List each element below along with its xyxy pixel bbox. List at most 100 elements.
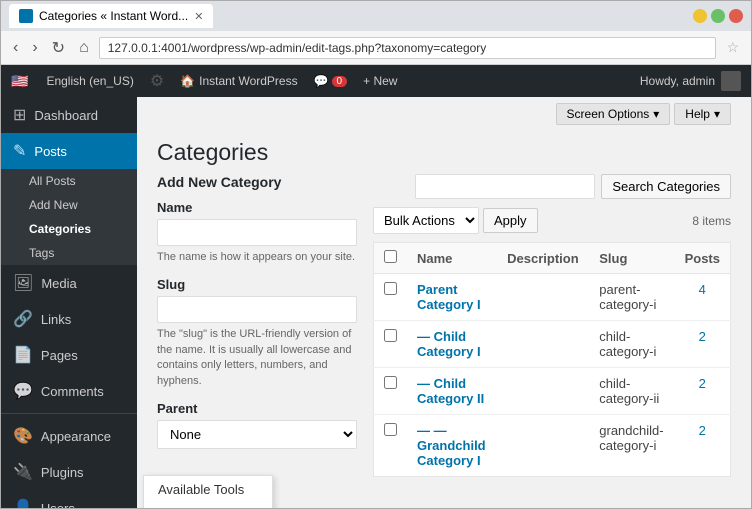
sidebar-item-pages[interactable]: 📄 Pages: [1, 337, 137, 373]
row-checkbox[interactable]: [384, 423, 397, 436]
items-count: 8 items: [692, 214, 731, 228]
page-title: Categories: [157, 139, 731, 166]
row-checkbox[interactable]: [384, 329, 397, 342]
name-input[interactable]: [157, 219, 357, 246]
table-row: Parent Category I parent-category-i 4: [374, 274, 731, 321]
tab-close-icon[interactable]: ✕: [194, 10, 203, 23]
row-checkbox[interactable]: [384, 376, 397, 389]
howdy-label: Howdy, admin: [640, 71, 741, 91]
forward-button[interactable]: ›: [28, 37, 41, 59]
site-name[interactable]: 🏠 Instant WordPress: [180, 74, 297, 88]
sidebar-subitem-categories[interactable]: Categories: [1, 217, 137, 241]
row-checkbox-cell: [374, 368, 408, 415]
row-checkbox-cell: [374, 274, 408, 321]
slug-field: Slug The "slug" is the URL-friendly vers…: [157, 277, 357, 389]
close-button[interactable]: [729, 9, 743, 23]
table-actions: Bulk Actions Apply 8 items: [373, 207, 731, 234]
parent-select[interactable]: None: [157, 420, 357, 449]
posts-count[interactable]: 2: [699, 376, 706, 391]
name-label: Name: [157, 200, 357, 215]
tab-favicon: [19, 9, 33, 23]
sidebar-label-users: Users: [41, 501, 75, 509]
sidebar-label-appearance: Appearance: [41, 429, 111, 444]
sidebar-label-pages: Pages: [41, 348, 78, 363]
sidebar-item-plugins[interactable]: 🔌 Plugins: [1, 454, 137, 490]
back-button[interactable]: ‹: [9, 37, 22, 59]
sidebar-item-dashboard[interactable]: ⊞ Dashboard: [1, 97, 137, 133]
sidebar-subitem-add-new[interactable]: Add New: [1, 193, 137, 217]
row-slug-cell: parent-category-i: [589, 274, 674, 321]
posts-count[interactable]: 4: [699, 282, 706, 297]
sidebar-subitem-all-posts[interactable]: All Posts: [1, 169, 137, 193]
home-button[interactable]: ⌂: [75, 37, 93, 59]
browser-titlebar: Categories « Instant Word... ✕: [1, 1, 751, 31]
posts-submenu: All Posts Add New Categories Tags: [1, 169, 137, 265]
tools-import-item[interactable]: Import: [144, 503, 272, 508]
address-bar[interactable]: [99, 37, 717, 59]
comments-count: 0: [332, 76, 348, 87]
admin-avatar: [721, 71, 741, 91]
sidebar-item-appearance[interactable]: 🎨 Appearance: [1, 418, 137, 454]
wp-content-inner: Screen Options ▾ Help ▾ Categories: [137, 97, 751, 497]
screen-options-button[interactable]: Screen Options ▾: [556, 103, 671, 125]
minimize-button[interactable]: [693, 9, 707, 23]
row-slug-cell: child-category-ii: [589, 368, 674, 415]
table-row: — Child Category I child-category-i 2: [374, 321, 731, 368]
wp-layout: ⊞ Dashboard ✎ Posts All Posts Add New Ca…: [1, 97, 751, 508]
category-link[interactable]: — — Grandchild Category I: [417, 423, 486, 468]
window-controls: [693, 9, 743, 23]
sidebar-item-comments[interactable]: 💬 Comments: [1, 373, 137, 409]
category-link[interactable]: — Child Category I: [417, 329, 481, 359]
reload-button[interactable]: ↻: [48, 36, 69, 60]
category-link[interactable]: — Child Category II: [417, 376, 484, 406]
sidebar-item-links[interactable]: 🔗 Links: [1, 301, 137, 337]
category-link[interactable]: Parent Category I: [417, 282, 481, 312]
row-checkbox[interactable]: [384, 282, 397, 295]
wp-adminbar: 🇺🇸 English (en_US) ⚙ 🏠 Instant WordPress…: [1, 65, 751, 97]
home-icon: 🏠: [180, 74, 195, 88]
browser-frame: Categories « Instant Word... ✕ ‹ › ↻ ⌂ ☆…: [0, 0, 752, 509]
sidebar-subitem-tags[interactable]: Tags: [1, 241, 137, 265]
apply-button[interactable]: Apply: [483, 208, 538, 233]
maximize-button[interactable]: [711, 9, 725, 23]
row-desc-cell: [497, 274, 589, 321]
row-checkbox-cell: [374, 321, 408, 368]
table-actions-left: Bulk Actions Apply: [373, 207, 538, 234]
browser-tab[interactable]: Categories « Instant Word... ✕: [9, 4, 213, 28]
sidebar-item-media[interactable]: 🖼 Media: [1, 265, 137, 301]
sidebar-label-links: Links: [41, 312, 71, 327]
posts-count[interactable]: 2: [699, 423, 706, 438]
search-categories-button[interactable]: Search Categories: [601, 174, 731, 199]
plugins-icon: 🔌: [13, 462, 33, 482]
sidebar-item-posts[interactable]: ✎ Posts: [1, 133, 137, 169]
bookmark-icon[interactable]: ☆: [722, 39, 743, 56]
sidebar-item-users[interactable]: 👤 Users: [1, 490, 137, 508]
name-hint: The name is how it appears on your site.: [157, 250, 357, 265]
flag-icon: 🇺🇸: [11, 73, 28, 90]
comments-link[interactable]: 💬 0: [314, 74, 348, 88]
chevron-down-icon: ▾: [653, 107, 659, 121]
slug-hint: The "slug" is the URL-friendly version o…: [157, 327, 357, 389]
sidebar-label-media: Media: [41, 276, 76, 291]
col-header-name[interactable]: Name: [407, 243, 497, 274]
row-name-cell: Parent Category I: [407, 274, 497, 321]
sidebar-label-posts: Posts: [34, 144, 67, 159]
posts-count[interactable]: 2: [699, 329, 706, 344]
sidebar-label-plugins: Plugins: [41, 465, 84, 480]
parent-label: Parent: [157, 401, 357, 416]
appearance-icon: 🎨: [13, 426, 33, 446]
slug-input[interactable]: [157, 296, 357, 323]
add-form-heading: Add New Category: [157, 174, 357, 190]
sidebar-divider-1: [1, 413, 137, 414]
new-content-link[interactable]: + New: [363, 74, 397, 88]
bulk-actions-select[interactable]: Bulk Actions: [373, 207, 479, 234]
row-posts-cell: 2: [675, 415, 731, 477]
help-button[interactable]: Help ▾: [674, 103, 731, 125]
row-desc-cell: [497, 415, 589, 477]
search-input[interactable]: [415, 174, 595, 199]
select-all-checkbox[interactable]: [384, 250, 397, 263]
pages-icon: 📄: [13, 345, 33, 365]
comments-icon: 💬: [13, 381, 33, 401]
tools-available-item[interactable]: Available Tools: [144, 476, 272, 503]
col-header-description: Description: [497, 243, 589, 274]
